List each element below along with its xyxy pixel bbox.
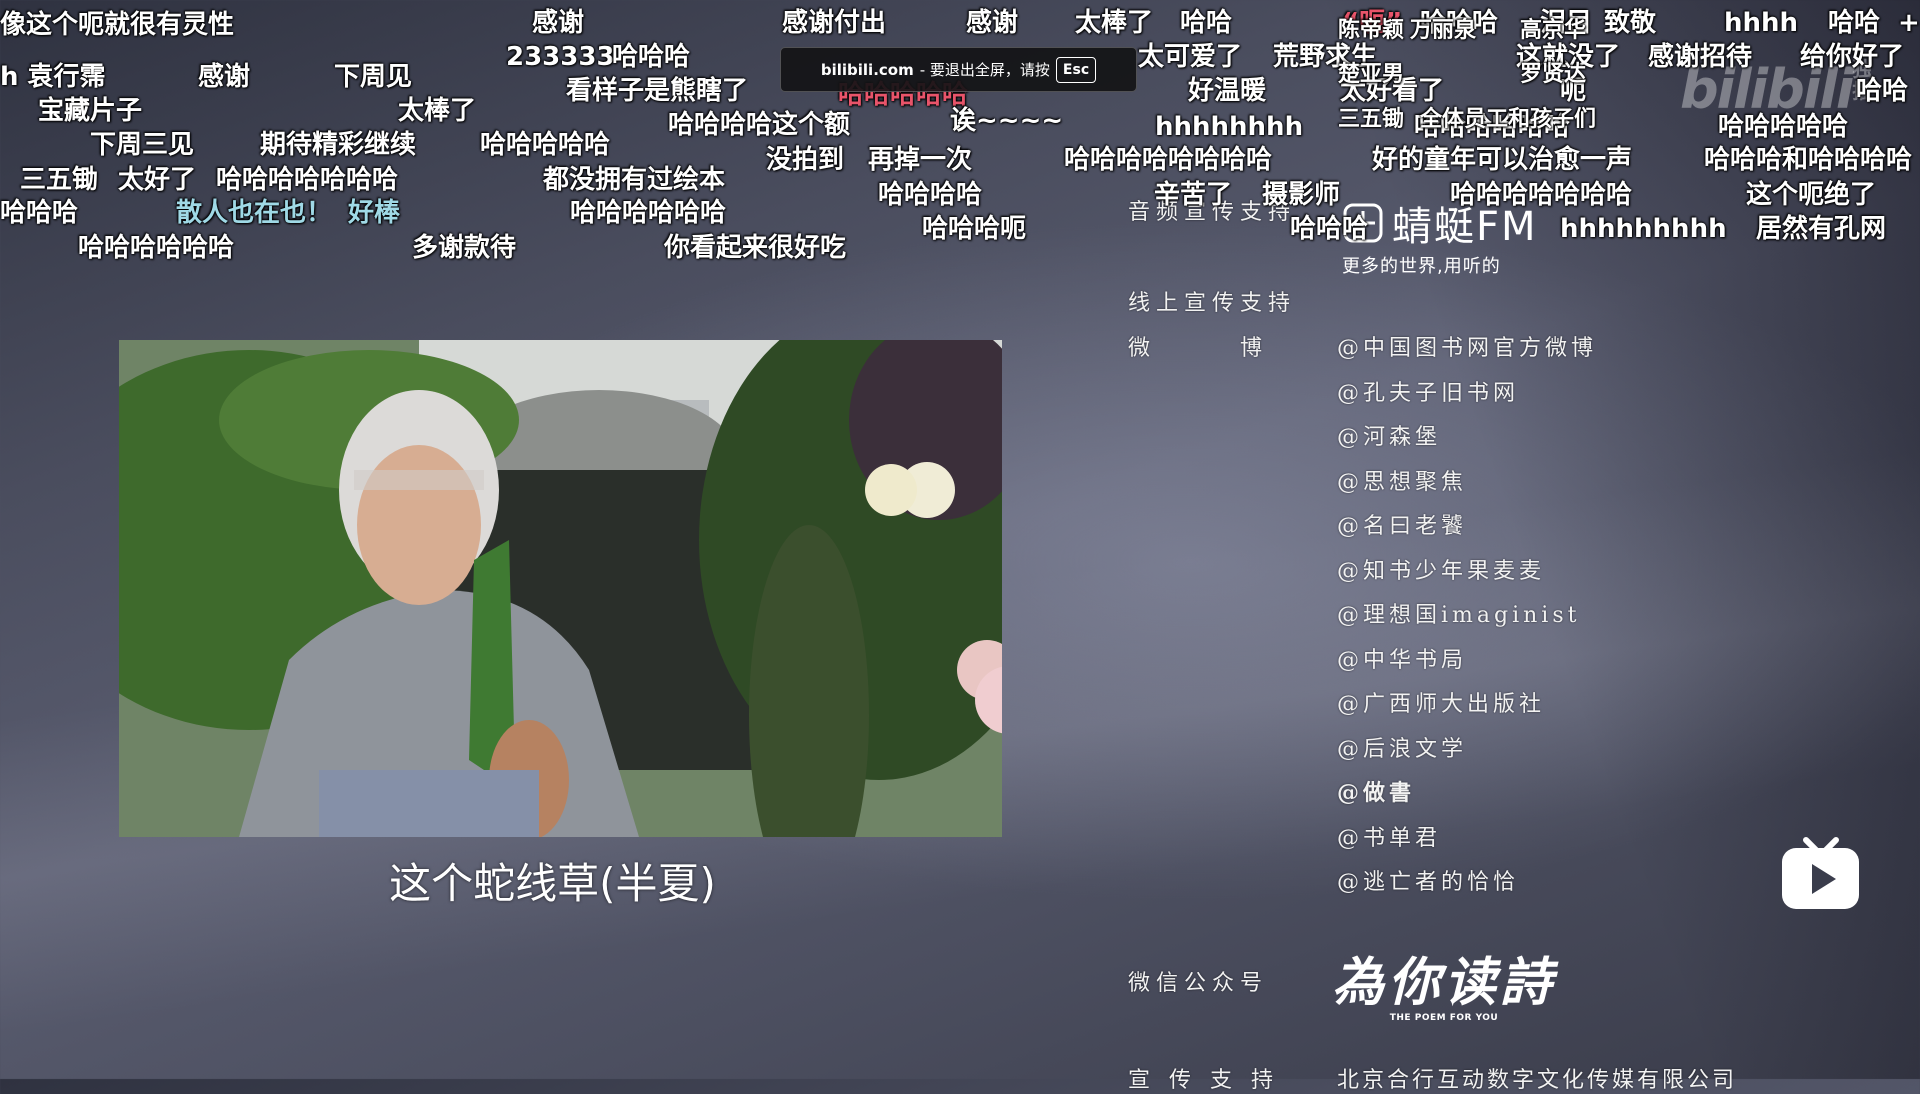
weibo-account: @中华书局 [1337,648,1468,673]
video-frame-image [119,340,1002,837]
weibo-account: @理想国imaginist [1337,603,1581,628]
danmaku-comment: hhhhhhhh [1155,112,1304,142]
bilibili-tv-icon[interactable] [1780,834,1861,911]
weibo-account: @孔夫子旧书网 [1337,381,1520,406]
danmaku-comment: 哈哈哈哈哈哈哈 [216,165,399,195]
danmaku-comment: 好棒 [348,198,401,228]
danmaku-comment: 哈哈哈 [1290,214,1369,244]
danmaku-comment: 这个呃绝了 [1746,180,1877,210]
danmaku-comment: 都没拥有过绘本 [543,165,726,195]
danmaku-comment: 太棒了 [1075,8,1154,38]
qingting-fm-tagline: 更多的世界,用听的 [1342,256,1501,277]
credit-label-weibo: 微 博 [1128,336,1269,361]
weibo-account: @知书少年果麦麦 [1337,559,1546,584]
danmaku-comment: 看样子是熊瞎了 [566,76,749,106]
danmaku-comment: 哈哈哈哈哈哈哈哈 [1064,145,1273,175]
weibo-account: @后浪文学 [1337,737,1468,762]
danmaku-comment: 哈哈 [1828,8,1881,38]
weibo-account: @名曰老饕 [1337,514,1468,539]
danmaku-comment: 太棒了 [398,96,477,126]
weibo-account: @思想聚焦 [1337,470,1468,495]
danmaku-comment: 三五锄 [20,165,99,195]
danmaku-comment: 感谢 [966,8,1019,38]
danmaku-comment: hhhhhhhhh [1560,214,1727,244]
weibo-account: @书单君 [1337,826,1442,851]
credit-label-online: 线上宣传支持 [1128,291,1297,316]
danmaku-comment: 哈哈哈哈哈哈 [78,233,235,263]
poem-for-you-logo: 為你读詩 THE POEM FOR YOU [1332,940,1556,1023]
danmaku-comment: 宝藏片子 [38,96,143,126]
credit-name-overlap: 全体员工和孩子们 [1420,107,1597,132]
credit-label-wechat: 微信公众号 [1128,971,1269,996]
fullscreen-exit-toast: bilibili.com - 要退出全屏，请按 Esc [780,47,1137,92]
danmaku-comment: 感谢 [198,62,251,92]
weibo-account: @中国图书网官方微博 [1337,336,1598,361]
danmaku-comment: 哈哈 [1856,76,1909,106]
esc-key-hint[interactable]: Esc [1055,56,1097,83]
weibo-account: @河森堡 [1337,425,1442,450]
weibo-account: @逃亡者的恰恰 [1337,870,1520,895]
danmaku-comment: 好温暖 [1188,76,1267,106]
danmaku-comment: 像这个呃就很有灵性 [0,10,235,40]
credit-name-overlap: 陈帝颖 [1338,18,1405,43]
danmaku-comment: 哈哈哈 [0,198,79,228]
danmaku-comment: + [1898,8,1920,38]
danmaku-comment: 你看起来很好吃 [664,233,847,263]
danmaku-comment: 233333 [506,42,615,72]
credit-name-overlap: 楚亚男 [1338,62,1405,87]
danmaku-comment: 感谢招待 [1648,42,1753,72]
danmaku-comment: 没拍到 [766,145,845,175]
credit-promo-company: 北京合行互动数字文化传媒有限公司 [1337,1068,1738,1093]
danmaku-comment: 哈哈哈哈哈 [1718,112,1849,142]
danmaku-comment: 摄影师 [1262,180,1341,210]
toast-message: - 要退出全屏，请按 [919,61,1050,79]
danmaku-comment: 诶~~~~ [950,106,1064,136]
poem-for-you-name: 為你读詩 [1332,952,1557,1013]
danmaku-comment: 太可爱了 [1138,42,1243,72]
danmaku-comment: 下周见 [334,62,413,92]
danmaku-comment: 期待精彩继续 [260,130,417,160]
credit-name-overlap: 三五锄 [1338,107,1405,132]
danmaku-comment: 感谢付出 [782,8,887,38]
danmaku-comment: 居然有孔网 [1756,214,1887,244]
video-subtitle: 这个蛇线草(半夏) [389,859,716,908]
danmaku-comment: 多谢款待 [412,233,517,263]
danmaku-comment: hhhh [1724,8,1799,38]
danmaku-comment: 给你好了 [1800,42,1905,72]
danmaku-comment: 下周三见 [90,130,195,160]
danmaku-comment: 哈哈哈哈 [878,180,983,210]
danmaku-comment: 哈哈哈 [612,42,691,72]
danmaku-comment: 哈哈哈和哈哈哈哈 [1704,145,1913,175]
danmaku-comment: 哈哈 [1180,8,1233,38]
weibo-account: @做書 [1337,780,1416,806]
credit-label-promo: 宣 传 支 持 [1128,1068,1279,1093]
danmaku-comment: 致敬 [1604,8,1657,38]
danmaku-comment: 散人也在也！ [176,198,333,228]
danmaku-comment: 好的童年可以治愈一声 [1372,145,1633,175]
credit-name-overlap: 罗贤达 [1520,62,1587,87]
danmaku-comment: 哈哈哈哈哈哈 [570,198,727,228]
danmaku-comment: h 袁行霈 [0,62,106,92]
danmaku-comment: 哈哈哈哈哈哈哈 [1450,180,1633,210]
danmaku-comment: 辛苦了 [1154,180,1233,210]
credit-name-overlap: 万丽泉 [1410,18,1477,43]
danmaku-comment: 再掉一次 [868,145,973,175]
danmaku-comment: 哈哈哈哈哈 [480,130,611,160]
toast-domain: bilibili.com [820,60,914,79]
weibo-account: @广西师大出版社 [1337,692,1546,717]
danmaku-comment: 哈哈哈哈这个额 [668,110,851,140]
danmaku-comment: 感谢 [532,8,585,38]
credit-name-overlap: 高京华 [1520,18,1587,43]
danmaku-comment: 太好了 [118,165,197,195]
danmaku-comment: 哈哈哈呃 [922,214,1027,244]
